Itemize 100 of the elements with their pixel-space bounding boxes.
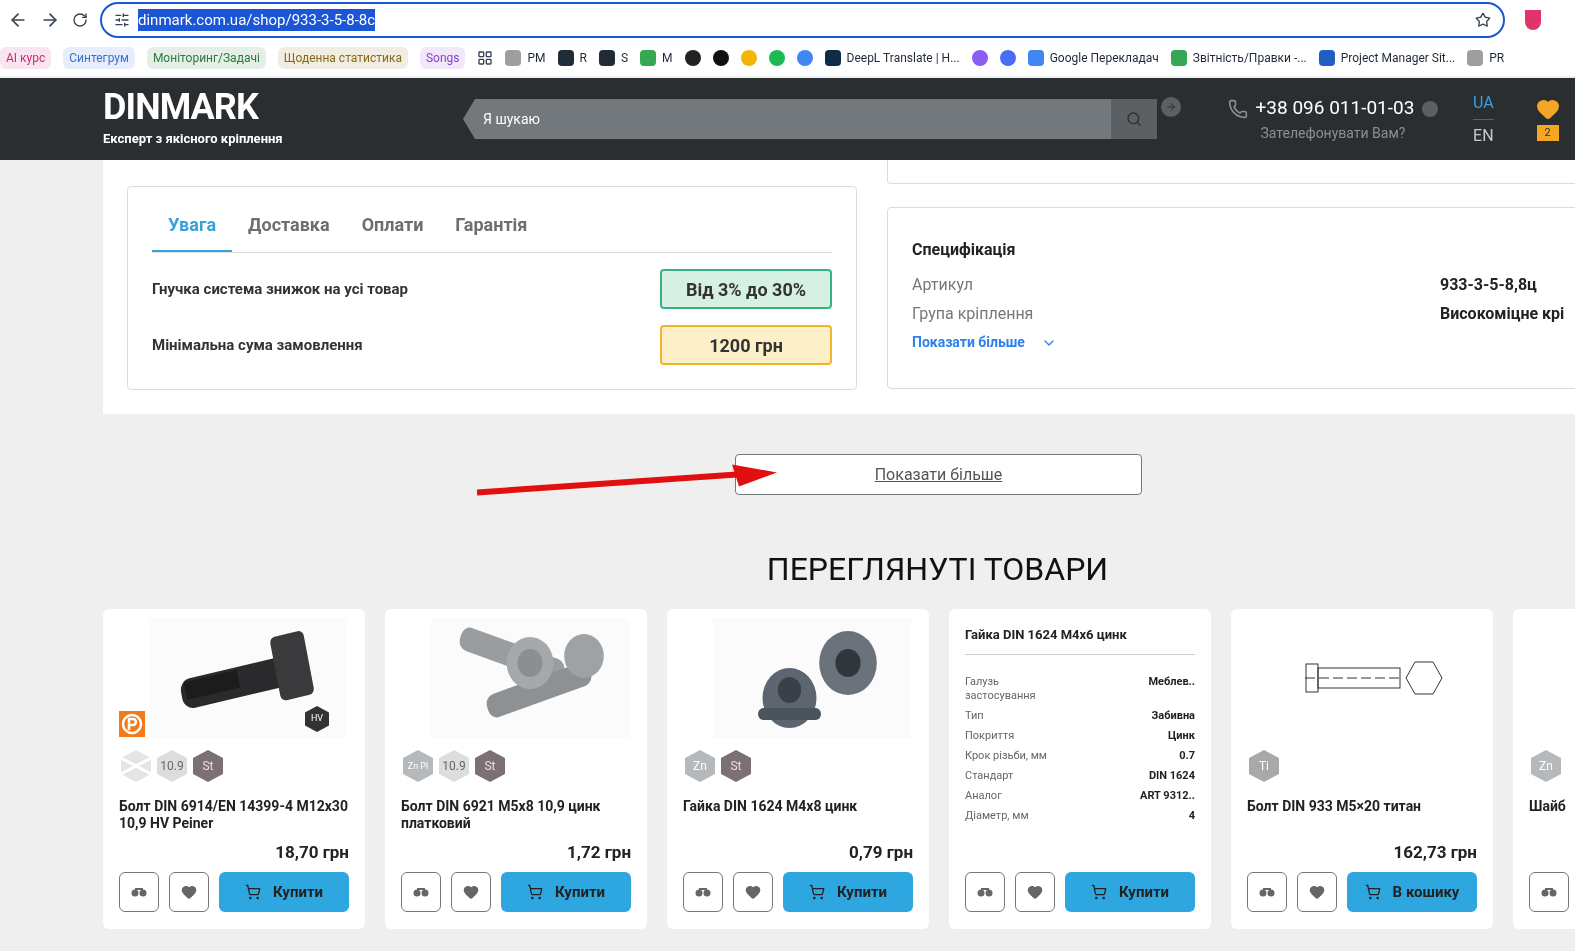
logo[interactable]: DINMARK	[103, 89, 463, 126]
favorite-button[interactable]	[1297, 872, 1337, 912]
scales-icon	[1541, 887, 1557, 897]
product-title[interactable]: Болт DIN 6914/EN 14399-4 M12x30 10,9 HV Peiner	[119, 798, 349, 834]
favorite-button[interactable]	[733, 872, 773, 912]
product-price: 1,72 грн	[566, 841, 631, 864]
product-title[interactable]: Гайка DIN 1624 M4x6 цинк	[965, 625, 1195, 655]
bookmark-chip[interactable]: Щоденна статистика	[277, 47, 408, 69]
bookmark-link[interactable]: PM	[527, 49, 546, 67]
spec-label: Стандарт	[965, 768, 1015, 783]
compare-button[interactable]	[1247, 872, 1287, 912]
address-bar[interactable]: dinmark.com.ua/shop/933-3-5-8-8c	[100, 2, 1505, 38]
info-value: 1200 грн	[660, 325, 832, 365]
buy-button[interactable]: В кошику	[1347, 872, 1477, 912]
specification-title: Специфікація	[912, 239, 1017, 261]
cart-icon	[1090, 884, 1107, 900]
bookmark-favicon-icon[interactable]	[824, 50, 841, 66]
bookmark-favicon-icon[interactable]	[1318, 50, 1335, 66]
info-value: Від 3% до 30%	[660, 269, 832, 309]
bookmark-link[interactable]: DeepL Translate | H...	[846, 49, 960, 67]
bookmark-chip[interactable]: Songs	[419, 47, 466, 69]
spec-value: ART 9312..	[1140, 788, 1195, 803]
buy-button[interactable]: Купити	[1065, 872, 1195, 912]
product-title[interactable]: Шайб	[1529, 798, 1575, 834]
heart-icon	[1027, 884, 1043, 900]
bookmark-chip[interactable]: Синтегрум	[63, 47, 135, 69]
language-option[interactable]: EN	[1473, 123, 1494, 148]
extension-shield-icon[interactable]	[1525, 10, 1541, 30]
favorite-button[interactable]	[1015, 872, 1055, 912]
buy-button[interactable]: Купити	[783, 872, 913, 912]
bookmark-link[interactable]: Google Перекладач	[1049, 49, 1159, 67]
favorite-button[interactable]	[451, 872, 491, 912]
spec-label: Тип	[965, 708, 985, 723]
info-tab[interactable]: Доставка	[232, 199, 346, 252]
spec-label: Група кріплення	[912, 302, 1035, 325]
product-price: 0,79 грн	[848, 841, 913, 864]
bookmark-favicon-icon[interactable]	[557, 50, 574, 66]
bookmark-chip[interactable]: Моніторинг/Задачі	[146, 47, 266, 69]
phone-number[interactable]: +38 096 011-01-03	[1255, 94, 1415, 123]
bookmark-link[interactable]: S	[620, 49, 629, 67]
favorites-count: 2	[1536, 124, 1559, 142]
spec-value: Меблев..	[1148, 674, 1195, 689]
scales-icon	[695, 887, 711, 897]
bookmark-favicon-icon[interactable]	[712, 50, 729, 66]
bookmark-link[interactable]: R	[579, 49, 587, 67]
product-title[interactable]: Болт DIN 933 M5×20 титан	[1247, 798, 1477, 834]
search-field[interactable]: Я шукаю	[463, 99, 1111, 139]
compare-button[interactable]	[401, 872, 441, 912]
spec-value: Високоміцне крі	[1440, 302, 1565, 325]
material-badge: St	[193, 750, 223, 782]
heart-icon	[745, 884, 761, 900]
buy-button[interactable]: Купити	[219, 872, 349, 912]
cart-icon	[526, 884, 543, 900]
material-badge: St	[721, 750, 751, 782]
compare-button[interactable]	[683, 872, 723, 912]
spec-label: Крок різьби, мм	[965, 748, 1049, 763]
bookmark-link[interactable]: Звітність/Правки -...	[1192, 49, 1307, 67]
product-title[interactable]: Гайка DIN 1624 M4x8 цинк	[683, 798, 913, 834]
compare-button[interactable]	[119, 872, 159, 912]
spec-value: 0.7	[1179, 748, 1195, 763]
section-title: ПЕРЕГЛЯНУТІ ТОВАРИ	[765, 553, 1110, 585]
site-settings-icon[interactable]	[114, 12, 130, 28]
bookmark-link[interactable]: M	[662, 49, 673, 67]
buy-button[interactable]: Купити	[501, 872, 631, 912]
product-price: 18,70 грн	[274, 841, 349, 864]
material-badge: 10.9	[157, 750, 187, 782]
material-badge: Zn	[685, 750, 715, 782]
info-tab[interactable]: Оплати	[345, 199, 440, 252]
spec-value: 4	[1188, 808, 1195, 823]
info-label: Гнучка система знижок на усі товар	[152, 278, 409, 300]
favorite-button[interactable]	[169, 872, 209, 912]
bookmark-link[interactable]: PR	[1489, 49, 1505, 67]
cart-icon	[244, 884, 261, 900]
compare-button[interactable]	[965, 872, 1005, 912]
material-badge: 10.9	[439, 750, 469, 782]
spec-label: Аналог	[965, 788, 1003, 803]
apps-icon[interactable]	[477, 50, 494, 66]
bookmark-star-icon[interactable]	[1475, 12, 1491, 28]
callback-link[interactable]: Зателефонувати Вам?	[1260, 122, 1406, 144]
compare-button[interactable]	[1529, 872, 1569, 912]
bookmark-chip[interactable]: AI курс	[0, 47, 52, 69]
language-option[interactable]: UA	[1473, 90, 1494, 120]
logo-tagline: Експерт з якісного кріплення	[103, 130, 284, 149]
reload-icon[interactable]	[72, 12, 88, 28]
heart-icon	[1309, 884, 1325, 900]
bookmark-link[interactable]: Project Manager Sit...	[1340, 49, 1456, 67]
product-title[interactable]: Болт DIN 6921 M5x8 10,9 цинк платковий	[401, 798, 631, 834]
url-text: dinmark.com.ua/shop/933-3-5-8-8c	[138, 8, 376, 32]
spec-label: Покриття	[965, 728, 1016, 743]
info-tab[interactable]: Гарантія	[439, 199, 544, 252]
spec-label: Галузь застосування	[965, 674, 1037, 703]
bookmark-favicon-icon[interactable]	[598, 50, 615, 66]
scales-icon	[413, 887, 429, 897]
material-badge: Ti	[1249, 750, 1279, 782]
bookmark-favicon-icon[interactable]	[684, 50, 701, 66]
coating-badge: Zn Pl	[403, 750, 433, 782]
show-more-link[interactable]: Показати більше	[912, 332, 1025, 353]
show-more-button[interactable]: Показати більше	[735, 454, 1142, 495]
info-label: Мінімальна сума замовлення	[152, 334, 363, 356]
material-badge: Zn	[1531, 750, 1561, 782]
